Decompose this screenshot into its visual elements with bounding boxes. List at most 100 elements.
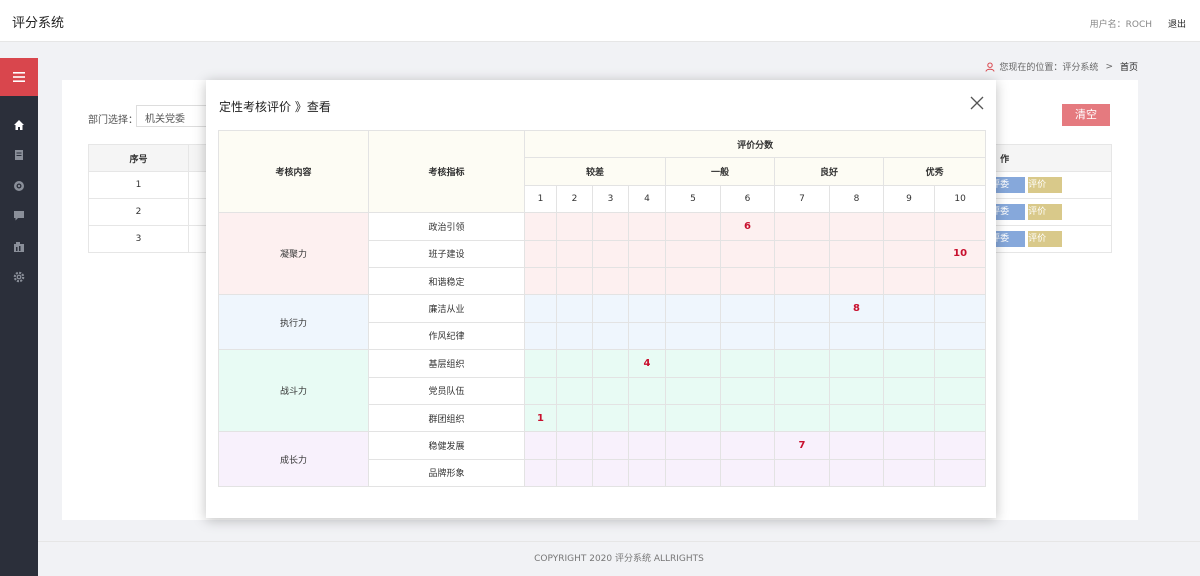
col-header-no: 序号: [88, 144, 189, 172]
header-score-number: 5: [665, 184, 721, 214]
indicator-label: 政治引领: [368, 212, 525, 241]
score-cell: [628, 458, 666, 488]
score-cell: [883, 458, 935, 488]
footer: COPYRIGHT 2020 评分系统 ALLRIGHTS: [38, 541, 1200, 576]
user-icon: [985, 62, 995, 72]
evaluation-row: 执行力 廉洁从业 8: [218, 294, 987, 351]
score-cell: [720, 266, 775, 296]
judge-button[interactable]: 评委: [991, 177, 1026, 193]
score-cell: [524, 458, 557, 488]
target-icon[interactable]: [13, 180, 25, 192]
score-cell: 6: [720, 212, 775, 241]
score-cell: [829, 458, 884, 488]
score-cell: [665, 294, 721, 323]
score-cell: [829, 431, 884, 460]
header-score-number: 9: [883, 184, 935, 214]
score-cell: [665, 431, 721, 460]
score-cell: [774, 266, 830, 296]
score-cell: [628, 431, 666, 460]
score-cell: [774, 403, 830, 433]
score-value: 10: [953, 248, 968, 260]
score-cell: 1: [524, 403, 557, 433]
message-icon[interactable]: [13, 210, 25, 222]
score-cell: [592, 431, 629, 460]
judge-button[interactable]: 评委: [991, 204, 1026, 220]
chart-icon[interactable]: [13, 241, 25, 253]
logout-link[interactable]: 退出: [1168, 17, 1186, 30]
score-cell: [883, 349, 935, 378]
score-cell: [720, 431, 775, 460]
score-cell: [720, 458, 775, 488]
score-cell: [933, 376, 987, 405]
score-cell: [524, 431, 557, 460]
score-cell: [665, 403, 721, 433]
judge-button[interactable]: 评委: [991, 231, 1026, 247]
score-value: 8: [853, 303, 860, 315]
score-cell: [556, 239, 593, 268]
score-cell: [829, 321, 884, 351]
score-cell: [720, 294, 775, 323]
score-cell: [829, 349, 884, 378]
score-value: 4: [643, 357, 651, 369]
score-cell: [665, 458, 721, 488]
header-level: 良好: [774, 157, 884, 186]
hamburger-icon: [13, 72, 25, 82]
score-cell: [883, 403, 935, 433]
header-score-number: 3: [592, 184, 629, 214]
score-cell: [524, 349, 557, 378]
sidebar: [0, 58, 38, 576]
score-cell: [628, 376, 666, 405]
evaluation-table: 考核内容 考核指标 评价分数 较差 一般 良好 优秀 1 2 3 4 5 6 7 8 9 10 凝聚力 政治引领 6…: [218, 129, 987, 488]
evaluate-button[interactable]: 评价: [1028, 204, 1063, 220]
score-cell: [524, 212, 557, 241]
home-icon[interactable]: [13, 119, 25, 131]
score-cell: [774, 212, 830, 241]
score-cell: [774, 349, 830, 378]
score-cell: [774, 321, 830, 351]
score-cell: [774, 376, 830, 405]
header-score-number: 6: [720, 184, 775, 214]
menu-toggle-button[interactable]: [0, 58, 38, 96]
score-cell: [665, 212, 721, 241]
score-cell: [774, 458, 830, 488]
evaluate-button[interactable]: 评价: [1028, 231, 1063, 247]
indicator-label: 和谐稳定: [368, 266, 525, 296]
dept-select[interactable]: 机关党委: [136, 105, 216, 127]
score-value: 6: [744, 220, 751, 232]
score-value: 7: [798, 439, 806, 451]
score-cell: [829, 376, 884, 405]
score-cell: [524, 294, 557, 323]
gear-icon[interactable]: [13, 271, 25, 283]
score-cell: [665, 376, 721, 405]
score-cell: [628, 321, 666, 351]
header-score-number: 10: [933, 184, 987, 214]
score-cell: [556, 376, 593, 405]
score-cell: [628, 294, 666, 323]
score-cell: [933, 431, 987, 460]
indicator-label: 品牌形象: [368, 458, 525, 488]
breadcrumb-separator: >: [1105, 61, 1113, 72]
close-icon[interactable]: [970, 96, 984, 110]
score-cell: [592, 294, 629, 323]
clear-button[interactable]: 清空: [1062, 104, 1110, 126]
score-cell: [829, 266, 884, 296]
score-cell: [720, 239, 775, 268]
score-cell: [883, 431, 935, 460]
score-cell: [665, 349, 721, 378]
col-header-action: 作: [987, 144, 1112, 172]
score-cell: [592, 403, 629, 433]
document-icon[interactable]: [13, 149, 25, 161]
header-row: 考核内容 考核指标 评价分数: [218, 129, 987, 214]
score-cell: [665, 321, 721, 351]
breadcrumb: 您现在的位置：评分系统 > 首页: [985, 60, 1138, 73]
breadcrumb-home[interactable]: 首页: [1120, 60, 1138, 73]
score-cell: [720, 403, 775, 433]
header-level: 优秀: [882, 157, 987, 186]
score-cell: [556, 321, 593, 351]
score-cell: [720, 321, 775, 351]
score-cell: [774, 239, 830, 268]
score-cell: [592, 239, 629, 268]
evaluate-button[interactable]: 评价: [1028, 177, 1063, 193]
score-cell: [628, 266, 666, 296]
score-cell: [933, 212, 987, 241]
